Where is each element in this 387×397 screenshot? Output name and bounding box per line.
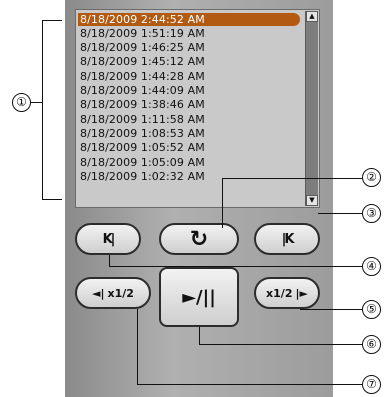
callout-bracket-1-top (42, 20, 62, 22)
play-pause-button[interactable]: ►/|| (159, 267, 239, 327)
callout-line-6-v (199, 327, 201, 345)
skip-forward-icon: |K (281, 231, 295, 247)
callout-line-5 (300, 309, 362, 311)
callout-3: ③ (362, 204, 381, 223)
callout-line-1 (30, 102, 42, 104)
list-item[interactable]: 8/18/2009 1:51:19 AM (80, 27, 205, 40)
list-item[interactable]: 8/18/2009 1:44:09 AM (80, 84, 205, 97)
play-pause-icon: ►/|| (182, 286, 216, 308)
skip-back-icon: K| (102, 231, 116, 247)
callout-2: ② (362, 168, 381, 187)
list-item[interactable]: 8/18/2009 1:45:12 AM (80, 55, 205, 68)
replay-button[interactable]: ↻ (159, 223, 239, 255)
scroll-up-button[interactable]: ▲ (306, 11, 318, 22)
callout-line-2-h (222, 178, 362, 180)
list-scrollbar[interactable]: ▲ ▼ (305, 11, 318, 206)
list-item[interactable]: 8/18/2009 1:44:28 AM (80, 70, 205, 83)
slow-forward-button[interactable]: x1/2 |► (254, 277, 320, 309)
list-item[interactable]: 8/18/2009 1:05:09 AM (80, 156, 205, 169)
callout-line-3 (318, 213, 363, 215)
slow-reverse-label: x1/2 (107, 286, 134, 300)
slow-reverse-button[interactable]: ◄| x1/2 (75, 277, 151, 309)
callout-line-7-v (137, 309, 139, 385)
callout-7: ⑦ (362, 375, 381, 394)
next-button[interactable]: |K (254, 223, 320, 255)
list-item[interactable]: 8/18/2009 2:44:52 AM (78, 13, 300, 26)
slow-forward-label: x1/2 (266, 286, 293, 300)
forward-step-icon: |► (295, 286, 308, 300)
callout-4: ④ (362, 257, 381, 276)
previous-button[interactable]: K| (75, 223, 141, 255)
callout-line-4-h (109, 266, 362, 268)
scroll-down-button[interactable]: ▼ (306, 195, 318, 206)
callout-line-2-v (222, 178, 224, 228)
callout-line-6-h (199, 344, 362, 346)
callout-5: ⑤ (362, 300, 381, 319)
callout-1: ① (12, 93, 31, 112)
reverse-step-icon: ◄| (92, 286, 105, 300)
callout-bracket-1-bottom (42, 199, 62, 201)
list-item[interactable]: 8/18/2009 1:02:32 AM (80, 170, 205, 183)
callout-line-7-h (137, 384, 362, 386)
list-item[interactable]: 8/18/2009 1:38:46 AM (80, 98, 205, 111)
repeat-icon: ↻ (189, 226, 209, 252)
list-item[interactable]: 8/18/2009 1:46:25 AM (80, 41, 205, 54)
list-item[interactable]: 8/18/2009 1:11:58 AM (80, 113, 205, 126)
callout-bracket-1 (42, 20, 44, 200)
callout-6: ⑥ (362, 335, 381, 354)
list-item[interactable]: 8/18/2009 1:05:52 AM (80, 141, 205, 154)
list-item[interactable]: 8/18/2009 1:08:53 AM (80, 127, 205, 140)
